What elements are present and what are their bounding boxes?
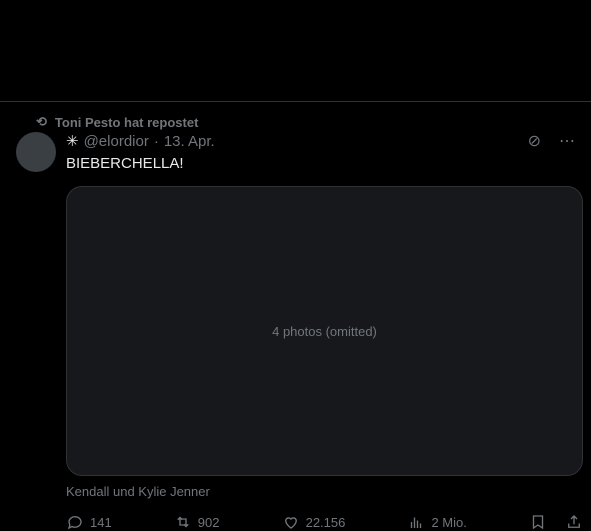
omitted-post [0, 0, 591, 102]
repost-icon [177, 516, 189, 528]
post-text: BIEBERCHELLA! [66, 155, 184, 172]
star-icon: ✳ [66, 133, 79, 150]
views-button[interactable]: 2 Mio. [407, 513, 467, 531]
heart-icon [284, 517, 297, 529]
grok-icon[interactable]: ⊘ [528, 132, 541, 152]
share-button[interactable] [565, 513, 583, 531]
bookmark-button[interactable] [529, 513, 547, 531]
repost-icon: ⟲ [36, 114, 47, 129]
views-icon [411, 517, 422, 528]
like-button[interactable]: 22.156 [282, 513, 345, 531]
author-handle[interactable]: @elordior [84, 132, 149, 152]
more-icon[interactable]: ⋯ [559, 132, 575, 152]
repost-tweet[interactable]: ⟲ Toni Pesto hat repostet ✳ @elordior · … [0, 102, 591, 531]
reply-button[interactable]: 141 [66, 513, 112, 531]
repost-header: ⟲ Toni Pesto hat repostet [36, 112, 575, 132]
avatar[interactable] [16, 132, 56, 172]
share-icon [568, 515, 580, 528]
bookmark-icon [532, 515, 544, 530]
repost-button[interactable]: 902 [174, 513, 220, 531]
post-date[interactable]: 13. Apr. [164, 132, 215, 152]
reply-icon [67, 516, 82, 530]
media-placeholder: 4 photos (omitted) [66, 186, 583, 476]
repost-label: Toni Pesto hat repostet [54, 114, 199, 130]
media-caption: Kendall und Kylie Jenner [66, 484, 210, 499]
